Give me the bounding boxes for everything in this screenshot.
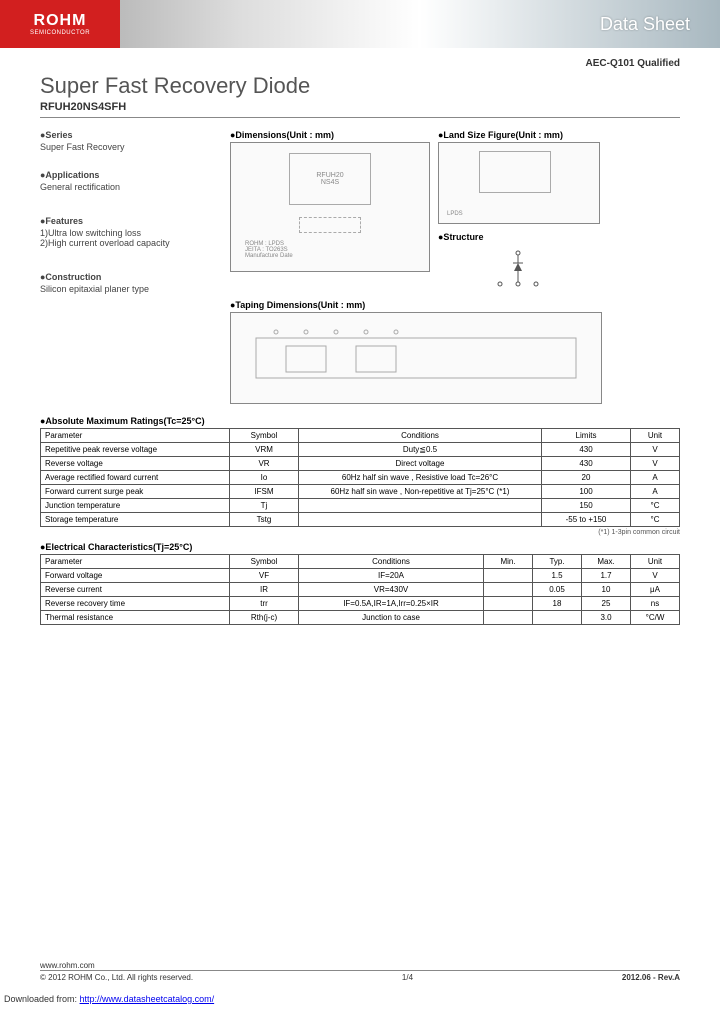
applications-body: General rectification <box>40 182 220 192</box>
logo-subtext: SEMICONDUCTOR <box>30 30 90 36</box>
part-number: RFUH20NS4SFH <box>40 101 680 113</box>
page-footer: www.rohm.com © 2012 ROHM Co., Ltd. All r… <box>40 961 680 982</box>
qualification-label: AEC-Q101 Qualified <box>40 58 680 69</box>
table-header-row: Parameter Symbol Conditions Min. Typ. Ma… <box>41 555 680 569</box>
download-prefix: Downloaded from: <box>4 994 80 1004</box>
content-area: AEC-Q101 Qualified Super Fast Recovery D… <box>0 48 720 625</box>
dimensions-diagram: RFUH20 NS4S ROHM : LPDS JEITA : TO263S M… <box>230 142 430 272</box>
taping-diagram <box>230 312 602 404</box>
abs-max-title: ●Absolute Maximum Ratings(Tc=25°C) <box>40 416 680 426</box>
package-note: ROHM : LPDS JEITA : TO263S Manufacture D… <box>245 241 293 259</box>
construction-body: Silicon epitaxial planer type <box>40 284 220 294</box>
table-row: Reverse currentIRVR=430V0.0510μA <box>41 583 680 597</box>
feature-2: 2)High current overload capacity <box>40 238 220 248</box>
upper-section: ●Series Super Fast Recovery ●Application… <box>40 130 680 404</box>
rohm-logo: ROHM SEMICONDUCTOR <box>0 0 120 48</box>
series-body: Super Fast Recovery <box>40 142 220 152</box>
land-note: LPDS <box>447 211 463 217</box>
features-head: ●Features <box>40 216 220 226</box>
table-row: Reverse recovery timetrrIF=0.5A,IR=1A,Ir… <box>41 597 680 611</box>
table-row: Average rectified foward currentIo60Hz h… <box>41 471 680 485</box>
datasheet-label: Data Sheet <box>600 14 690 35</box>
structure-diagram <box>438 244 598 294</box>
applications-head: ●Applications <box>40 170 220 180</box>
elec-section: ●Electrical Characteristics(Tj=25°C) Par… <box>40 542 680 625</box>
taping-svg <box>236 318 596 398</box>
footer-page: 1/4 <box>402 973 413 982</box>
footer-divider <box>40 970 680 971</box>
footer-copyright: © 2012 ROHM Co., Ltd. All rights reserve… <box>40 973 193 982</box>
abs-max-footnote: (*1) 1-3pin common circuit <box>40 529 680 536</box>
header-gradient: Data Sheet <box>120 0 720 48</box>
diode-icon <box>488 249 548 289</box>
datasheet-page: ROHM SEMICONDUCTOR Data Sheet AEC-Q101 Q… <box>0 0 720 1012</box>
landsize-diagram: LPDS <box>438 142 600 224</box>
table-header-row: Parameter Symbol Conditions Limits Unit <box>41 429 680 443</box>
elec-table: Parameter Symbol Conditions Min. Typ. Ma… <box>40 554 680 625</box>
table-row: Forward voltageVFIF=20A1.51.7V <box>41 569 680 583</box>
table-row: Junction temperatureTj150°C <box>41 499 680 513</box>
package-leads <box>299 217 361 233</box>
header-bar: ROHM SEMICONDUCTOR Data Sheet <box>0 0 720 48</box>
construction-head: ●Construction <box>40 272 220 282</box>
footer-url: www.rohm.com <box>40 961 680 970</box>
table-row: Reverse voltageVRDirect voltage430V <box>41 457 680 471</box>
logo-text: ROHM <box>34 12 87 30</box>
abs-max-table: Parameter Symbol Conditions Limits Unit … <box>40 428 680 527</box>
footer-rev: 2012.06 - Rev.A <box>622 973 680 982</box>
text-column: ●Series Super Fast Recovery ●Application… <box>40 130 220 404</box>
diagram-area: ●Dimensions(Unit : mm) RFUH20 NS4S ROHM … <box>230 130 680 404</box>
dimensions-label: ●Dimensions(Unit : mm) <box>230 130 430 140</box>
table-row: Forward current surge peakIFSM60Hz half … <box>41 485 680 499</box>
taping-label: ●Taping Dimensions(Unit : mm) <box>230 300 680 310</box>
title-divider <box>40 117 680 118</box>
elec-title: ●Electrical Characteristics(Tj=25°C) <box>40 542 680 552</box>
table-row: Thermal resistanceRth(j-c)Junction to ca… <box>41 611 680 625</box>
structure-label: ●Structure <box>438 232 600 242</box>
abs-max-section: ●Absolute Maximum Ratings(Tc=25°C) Param… <box>40 416 680 536</box>
series-head: ●Series <box>40 130 220 140</box>
table-row: Repetitive peak reverse voltageVRMDuty≦0… <box>41 443 680 457</box>
package-outline: RFUH20 NS4S <box>289 153 371 205</box>
feature-1: 1)Ultra low switching loss <box>40 228 220 238</box>
download-line: Downloaded from: http://www.datasheetcat… <box>4 994 214 1004</box>
page-title: Super Fast Recovery Diode <box>40 73 680 99</box>
landsize-label: ●Land Size Figure(Unit : mm) <box>438 130 600 140</box>
table-row: Storage temperatureTstg-55 to +150°C <box>41 513 680 527</box>
download-link[interactable]: http://www.datasheetcatalog.com/ <box>80 994 215 1004</box>
